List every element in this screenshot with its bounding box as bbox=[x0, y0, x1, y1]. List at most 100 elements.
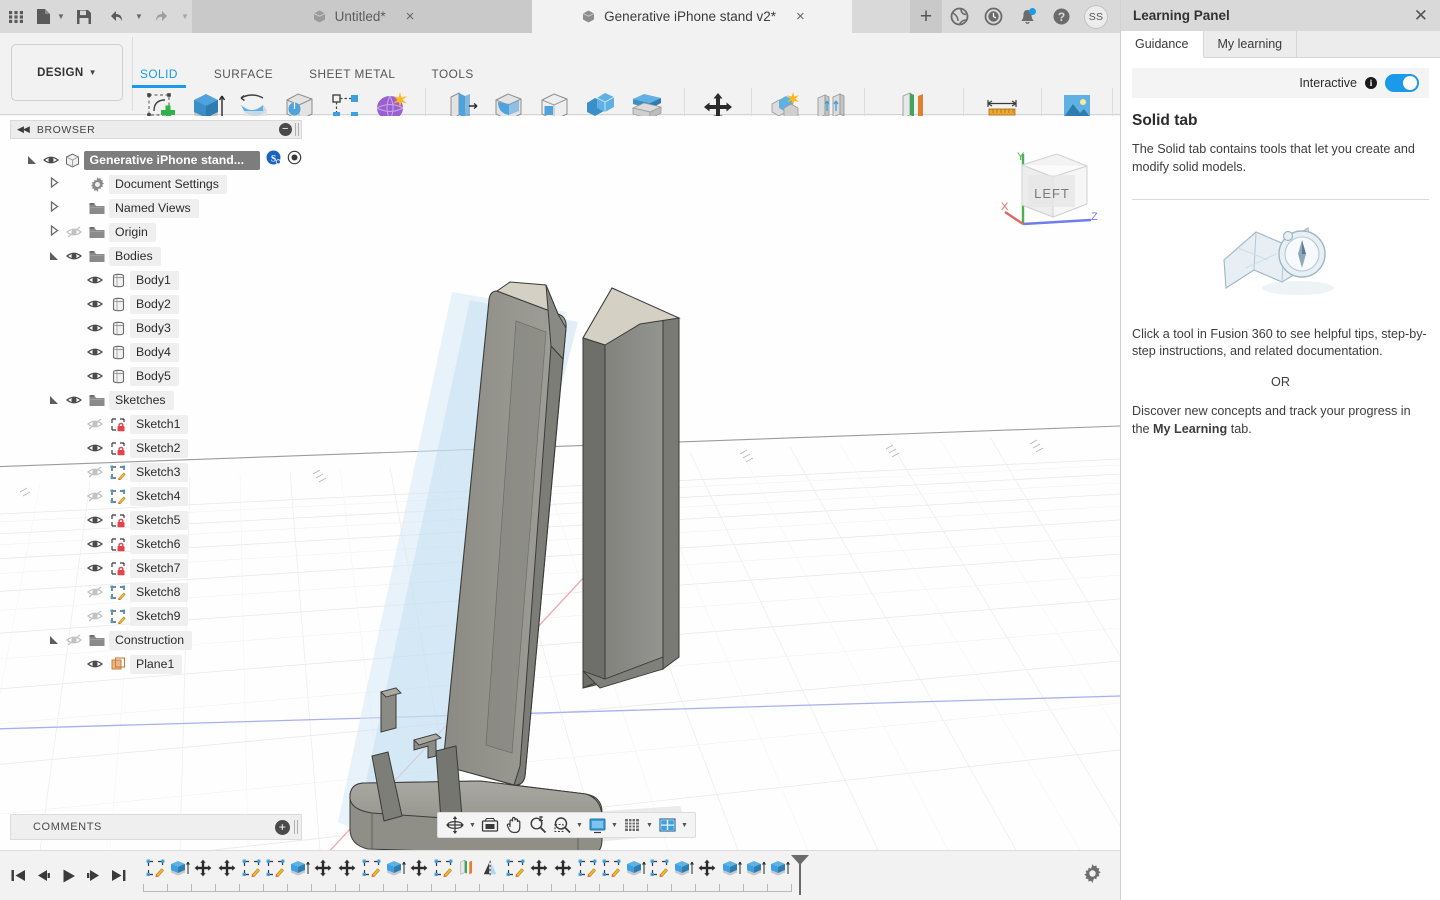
workspace-selector-button[interactable]: DESIGN ▼ bbox=[11, 44, 123, 101]
new-file-icon[interactable] bbox=[32, 0, 54, 33]
timeline-feature[interactable] bbox=[767, 854, 791, 882]
double-left-arrow-icon[interactable]: ◀◀ bbox=[17, 124, 30, 135]
tree-expand-toggle[interactable] bbox=[45, 196, 63, 220]
tree-row-named-views[interactable]: Named Views bbox=[10, 196, 302, 220]
tree-row-sketch8[interactable]: Sketch8 bbox=[10, 580, 302, 604]
tree-row-sketch9[interactable]: Sketch9 bbox=[10, 604, 302, 628]
tree-expand-toggle[interactable] bbox=[66, 604, 84, 628]
tree-row-bodies[interactable]: Bodies bbox=[10, 244, 302, 268]
play-icon[interactable] bbox=[56, 861, 81, 891]
display-settings-caret[interactable] bbox=[609, 813, 620, 837]
tree-row-document-settings[interactable]: Document Settings bbox=[10, 172, 302, 196]
tree-row-sketch2[interactable]: Sketch2 bbox=[10, 436, 302, 460]
timeline-feature[interactable] bbox=[623, 854, 647, 882]
redo-icon[interactable] bbox=[146, 0, 178, 33]
document-tab-untitled[interactable]: Untitled* × bbox=[192, 0, 532, 33]
go-to-end-icon[interactable] bbox=[106, 861, 131, 891]
pan-display-icon[interactable] bbox=[478, 813, 502, 837]
tab-surface[interactable]: SURFACE bbox=[214, 67, 273, 84]
new-tab-button[interactable]: + bbox=[910, 0, 942, 33]
timeline-feature[interactable] bbox=[599, 854, 623, 882]
timeline-feature[interactable] bbox=[551, 854, 575, 882]
visibility-eye-icon[interactable] bbox=[63, 196, 85, 220]
grid-apps-icon[interactable] bbox=[0, 0, 32, 33]
document-tab-generative-iphone-stand[interactable]: Generative iPhone stand v2* × bbox=[532, 0, 852, 33]
orbit-icon[interactable] bbox=[443, 813, 467, 837]
browser-resize-grip[interactable] bbox=[295, 123, 299, 136]
tab-tools[interactable]: TOOLS bbox=[431, 67, 473, 84]
pan-hand-icon[interactable] bbox=[502, 813, 526, 837]
grid-snap-caret[interactable] bbox=[644, 813, 655, 837]
expand-arrow-closed-icon[interactable] bbox=[50, 223, 59, 241]
timeline-feature[interactable] bbox=[527, 854, 551, 882]
timeline-feature[interactable] bbox=[719, 854, 743, 882]
timeline-feature[interactable] bbox=[671, 854, 695, 882]
timeline-feature[interactable] bbox=[431, 854, 455, 882]
tree-row-body5[interactable]: Body5 bbox=[10, 364, 302, 388]
visibility-eye-icon[interactable] bbox=[84, 460, 106, 484]
undo-dropdown-caret[interactable] bbox=[132, 0, 146, 33]
zoom-window-icon[interactable] bbox=[550, 813, 574, 837]
tree-expand-toggle[interactable] bbox=[66, 412, 84, 436]
interactive-toggle[interactable] bbox=[1385, 74, 1419, 92]
timeline-feature[interactable] bbox=[575, 854, 599, 882]
tree-row-body3[interactable]: Body3 bbox=[10, 316, 302, 340]
timeline-feature[interactable] bbox=[143, 854, 167, 882]
activate-radio-icon[interactable] bbox=[287, 150, 302, 170]
tree-row-sketch1[interactable]: Sketch1 bbox=[10, 412, 302, 436]
timeline-feature[interactable] bbox=[215, 854, 239, 882]
close-tab-icon[interactable]: × bbox=[406, 9, 415, 24]
expand-arrow-open-icon[interactable] bbox=[50, 396, 58, 404]
save-icon[interactable] bbox=[68, 0, 100, 33]
tree-expand-toggle[interactable] bbox=[66, 508, 84, 532]
tree-expand-toggle[interactable] bbox=[45, 388, 63, 412]
visibility-eye-icon[interactable] bbox=[84, 340, 106, 364]
grid-snap-icon[interactable] bbox=[620, 813, 644, 837]
timeline-feature[interactable] bbox=[455, 854, 479, 882]
visibility-eye-icon[interactable] bbox=[40, 148, 61, 172]
visibility-eye-icon[interactable] bbox=[84, 580, 106, 604]
timeline-settings-gear-icon[interactable] bbox=[1083, 863, 1102, 888]
expand-arrow-closed-icon[interactable] bbox=[50, 199, 59, 217]
tree-expand-toggle[interactable] bbox=[66, 652, 84, 676]
timeline-feature[interactable] bbox=[479, 854, 503, 882]
orbit-dropdown-caret[interactable] bbox=[467, 813, 478, 837]
tree-expand-toggle[interactable] bbox=[66, 268, 84, 292]
visibility-eye-icon[interactable] bbox=[84, 508, 106, 532]
visibility-eye-icon[interactable] bbox=[84, 364, 106, 388]
new-file-dropdown-caret[interactable] bbox=[54, 0, 68, 33]
visibility-eye-icon[interactable] bbox=[84, 532, 106, 556]
viewports-caret[interactable] bbox=[679, 813, 690, 837]
timeline-feature[interactable] bbox=[263, 854, 287, 882]
tree-expand-toggle[interactable] bbox=[66, 580, 84, 604]
tree-expand-toggle[interactable] bbox=[45, 172, 63, 196]
timeline-feature[interactable] bbox=[647, 854, 671, 882]
undo-icon[interactable] bbox=[100, 0, 132, 33]
tree-row-construction[interactable]: Construction bbox=[10, 628, 302, 652]
expand-arrow-open-icon[interactable] bbox=[27, 156, 36, 164]
tree-row-origin[interactable]: Origin bbox=[10, 220, 302, 244]
timeline-feature[interactable] bbox=[287, 854, 311, 882]
tree-expand-toggle[interactable] bbox=[66, 556, 84, 580]
visibility-eye-icon[interactable] bbox=[63, 388, 85, 412]
tab-my-learning[interactable]: My learning bbox=[1204, 31, 1298, 57]
visibility-eye-icon[interactable] bbox=[84, 556, 106, 580]
close-x-icon[interactable]: ✕ bbox=[1414, 7, 1428, 24]
close-tab-icon[interactable]: × bbox=[796, 9, 805, 24]
visibility-eye-icon[interactable] bbox=[63, 628, 85, 652]
tree-expand-toggle[interactable] bbox=[66, 436, 84, 460]
tree-expand-toggle[interactable] bbox=[66, 292, 84, 316]
visibility-eye-icon[interactable] bbox=[84, 436, 106, 460]
comments-panel[interactable]: COMMENTS + bbox=[10, 814, 302, 840]
visibility-eye-icon[interactable] bbox=[63, 220, 85, 244]
timeline-feature[interactable] bbox=[503, 854, 527, 882]
redo-dropdown-caret[interactable] bbox=[178, 0, 192, 33]
tree-expand-toggle[interactable] bbox=[66, 484, 84, 508]
timeline-feature[interactable] bbox=[335, 854, 359, 882]
cloud-sync-icon[interactable]: S bbox=[266, 150, 281, 170]
timeline-end-marker[interactable] bbox=[789, 854, 809, 896]
zoom-window-dropdown-caret[interactable] bbox=[574, 813, 585, 837]
user-avatar[interactable]: SS bbox=[1084, 4, 1108, 29]
minus-circle-icon[interactable]: − bbox=[279, 123, 292, 136]
plus-circle-icon[interactable]: + bbox=[275, 819, 290, 835]
